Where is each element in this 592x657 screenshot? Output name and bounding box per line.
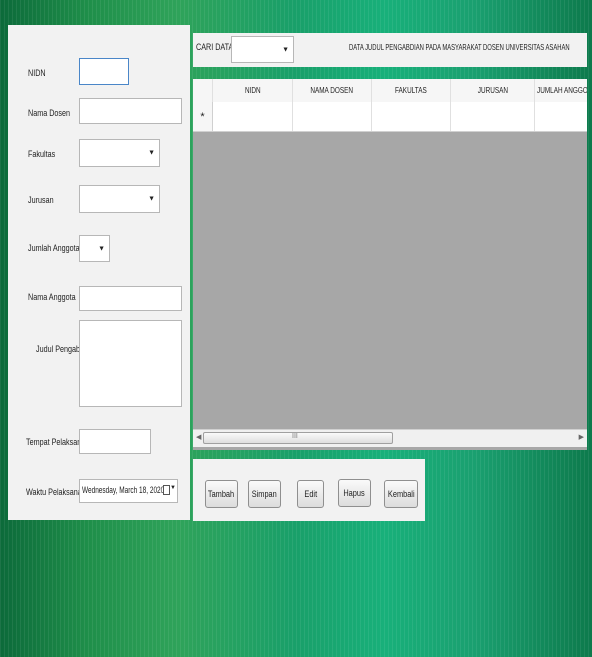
nama-anggota-input[interactable] bbox=[79, 286, 182, 311]
column-header-jurusan[interactable]: JURUSAN bbox=[451, 79, 535, 102]
input-panel: NIDN Nama Dosen Fakultas ▼ Jurusan ▼ Jum… bbox=[8, 25, 190, 520]
chevron-down-icon: ▼ bbox=[98, 245, 105, 252]
grid-cell[interactable] bbox=[451, 102, 535, 131]
nama-anggota-label: Nama Anggota bbox=[28, 292, 76, 302]
nidn-label: NIDN bbox=[28, 68, 46, 78]
grid-cell[interactable] bbox=[213, 102, 293, 131]
chevron-down-icon: ▼ bbox=[148, 149, 155, 157]
column-header-nidn[interactable]: NIDN bbox=[213, 79, 293, 102]
cari-data-select[interactable]: ▼ bbox=[231, 36, 294, 63]
grid-header-row: NIDN NAMA DOSEN FAKULTAS JURUSAN JUMLAH … bbox=[193, 79, 587, 103]
chevron-down-icon: ▼ bbox=[170, 485, 176, 491]
new-row-marker: * bbox=[193, 102, 213, 131]
fakultas-label: Fakultas bbox=[28, 149, 56, 159]
waktu-pelaksanaan-datepicker[interactable]: Wednesday, March 18, 2020 ▼ bbox=[79, 479, 178, 503]
chevron-down-icon: ▼ bbox=[148, 195, 155, 203]
chevron-down-icon: ▼ bbox=[282, 46, 289, 53]
judul-pengabdian-textarea[interactable] bbox=[79, 320, 182, 407]
jumlah-anggota-select[interactable]: ▼ bbox=[79, 235, 110, 262]
hapus-button[interactable]: Hapus bbox=[338, 479, 371, 507]
scrollbar-grip-icon: III bbox=[292, 433, 298, 440]
kembali-button[interactable]: Kembali bbox=[384, 480, 418, 508]
data-grid[interactable]: NIDN NAMA DOSEN FAKULTAS JURUSAN JUMLAH … bbox=[193, 79, 587, 450]
cari-data-label: CARI DATA bbox=[196, 42, 234, 52]
column-header-jumlah-anggota[interactable]: JUMLAH ANGGOTA bbox=[535, 79, 587, 102]
simpan-button[interactable]: Simpan bbox=[248, 480, 281, 508]
nama-dosen-input[interactable] bbox=[79, 98, 182, 124]
scrollbar-thumb[interactable]: III bbox=[203, 432, 393, 444]
column-header-fakultas[interactable]: FAKULTAS bbox=[372, 79, 451, 102]
grid-title: DATA JUDUL PENGABDIAN PADA MASYARAKAT DO… bbox=[349, 42, 570, 52]
grid-cell[interactable] bbox=[372, 102, 451, 131]
jurusan-select[interactable]: ▼ bbox=[79, 185, 160, 213]
fakultas-select[interactable]: ▼ bbox=[79, 139, 160, 167]
search-bar: CARI DATA ▼ DATA JUDUL PENGABDIAN PADA M… bbox=[193, 33, 587, 67]
column-header-nama-dosen[interactable]: NAMA DOSEN bbox=[293, 79, 372, 102]
scroll-left-arrow-icon[interactable]: ◀ bbox=[196, 433, 201, 441]
scroll-right-arrow-icon[interactable]: ▶ bbox=[579, 433, 584, 441]
date-value: Wednesday, March 18, 2020 bbox=[82, 485, 165, 495]
jumlah-anggota-label: Jumlah Anggota bbox=[28, 243, 80, 253]
edit-button[interactable]: Edit bbox=[297, 480, 324, 508]
calendar-icon[interactable] bbox=[163, 485, 170, 495]
grid-cell[interactable] bbox=[293, 102, 372, 131]
tambah-button[interactable]: Tambah bbox=[205, 480, 238, 508]
horizontal-scrollbar[interactable]: ◀ III ▶ bbox=[193, 429, 587, 447]
grid-new-row[interactable]: * bbox=[193, 102, 587, 132]
action-bar: Tambah Simpan Edit Hapus Kembali bbox=[193, 459, 425, 521]
row-header-corner bbox=[193, 79, 213, 102]
nama-dosen-label: Nama Dosen bbox=[28, 108, 71, 118]
jurusan-label: Jurusan bbox=[28, 195, 54, 205]
nidn-input[interactable] bbox=[79, 58, 129, 85]
tempat-pelaksanaan-input[interactable] bbox=[79, 429, 151, 454]
